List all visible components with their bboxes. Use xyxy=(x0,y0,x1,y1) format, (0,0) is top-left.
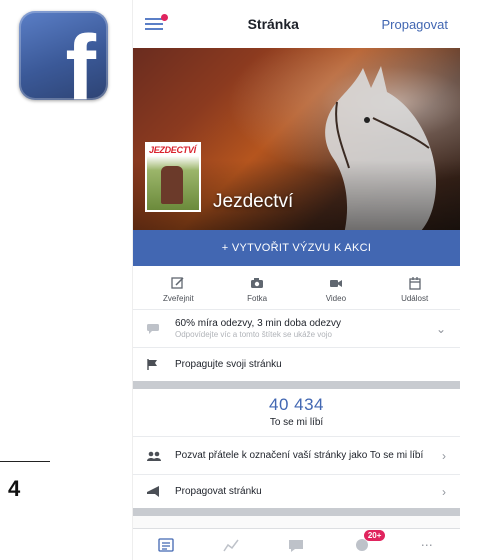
section-divider xyxy=(133,381,460,389)
chevron-right-icon[interactable]: › xyxy=(442,485,446,499)
phone-screen: Stránka Propagovat JEZDECTVÍ Jezdectví +… xyxy=(132,0,460,560)
create-cta-button[interactable]: + VYTVOŘIT VÝZVU K AKCI xyxy=(133,230,460,266)
nav-page[interactable] xyxy=(146,537,186,552)
cover-photo[interactable]: JEZDECTVÍ Jezdectví xyxy=(133,48,460,230)
video-action[interactable]: Video xyxy=(301,276,371,303)
nav-notifications[interactable]: 20+ xyxy=(342,529,386,552)
promote-button[interactable]: Propagovat xyxy=(381,17,448,32)
page-icon xyxy=(158,537,174,552)
chevron-down-icon[interactable]: ⌄ xyxy=(436,322,446,336)
response-rate-row[interactable]: 60% míra odezvy, 3 min doba odezvy Odpov… xyxy=(133,309,460,347)
response-rate-text: 60% míra odezvy, 3 min doba odezvy xyxy=(175,318,342,329)
facebook-f-glyph: f xyxy=(65,17,96,100)
nav-messages[interactable] xyxy=(276,538,316,552)
action-bar: Zveřejnit Fotka Video Událost xyxy=(133,266,460,309)
nav-insights[interactable] xyxy=(211,538,251,552)
event-action[interactable]: Událost xyxy=(380,276,450,303)
nav-more[interactable]: ⋯ xyxy=(407,538,447,552)
profile-picture[interactable]: JEZDECTVÍ xyxy=(145,142,201,212)
calendar-icon xyxy=(408,277,421,290)
likes-label: To se mi líbí xyxy=(269,417,324,428)
menu-icon[interactable] xyxy=(145,14,168,31)
promote-page-label: Propagovat stránku xyxy=(175,486,262,497)
flag-icon xyxy=(147,359,157,370)
profile-picture-text: JEZDECTVÍ xyxy=(149,145,196,155)
response-rate-subtext: Odpovídejte víc a tomto štítek se ukáže … xyxy=(175,330,332,339)
event-label: Událost xyxy=(401,294,429,303)
chevron-right-icon[interactable]: › xyxy=(442,449,446,463)
promote-page-row[interactable]: Propagovat stránku › xyxy=(133,474,460,508)
invite-friends-label: Pozvat přátele k označení vaší stránky j… xyxy=(175,450,424,461)
publish-action[interactable]: Zveřejnit xyxy=(143,276,213,303)
invite-friends-row[interactable]: Pozvat přátele k označení vaší stránky j… xyxy=(133,436,460,474)
friends-icon xyxy=(147,451,161,461)
rider-shape xyxy=(161,166,183,204)
compose-icon xyxy=(171,277,184,289)
publish-label: Zveřejnit xyxy=(163,294,194,303)
promote-your-page-row[interactable]: Propagujte svoji stránku xyxy=(133,347,460,381)
photo-action[interactable]: Fotka xyxy=(222,276,292,303)
notifications-badge: 20+ xyxy=(363,529,386,541)
facebook-logo: f xyxy=(19,11,108,100)
notification-dot xyxy=(161,14,168,21)
megaphone-icon xyxy=(147,486,159,497)
top-bar: Stránka Propagovat xyxy=(133,0,460,48)
photo-label: Fotka xyxy=(247,294,268,303)
camera-icon xyxy=(251,278,264,288)
video-icon xyxy=(329,280,342,287)
likes-section: 40 434 To se mi líbí xyxy=(133,389,460,436)
bottom-nav: 20+ ⋯ xyxy=(133,528,460,560)
page-rule xyxy=(0,461,50,462)
messages-icon xyxy=(289,539,304,552)
promote-your-page-label: Propagujte svoji stránku xyxy=(175,359,282,370)
page-number: 4 xyxy=(8,476,21,501)
likes-count: 40 434 xyxy=(269,395,324,414)
more-icon: ⋯ xyxy=(420,537,434,552)
section-divider xyxy=(133,508,460,516)
page-title: Stránka xyxy=(247,16,299,32)
insights-icon xyxy=(223,539,239,551)
page-name: Jezdectví xyxy=(213,191,294,212)
video-label: Video xyxy=(325,294,347,303)
chat-icon xyxy=(147,323,159,334)
